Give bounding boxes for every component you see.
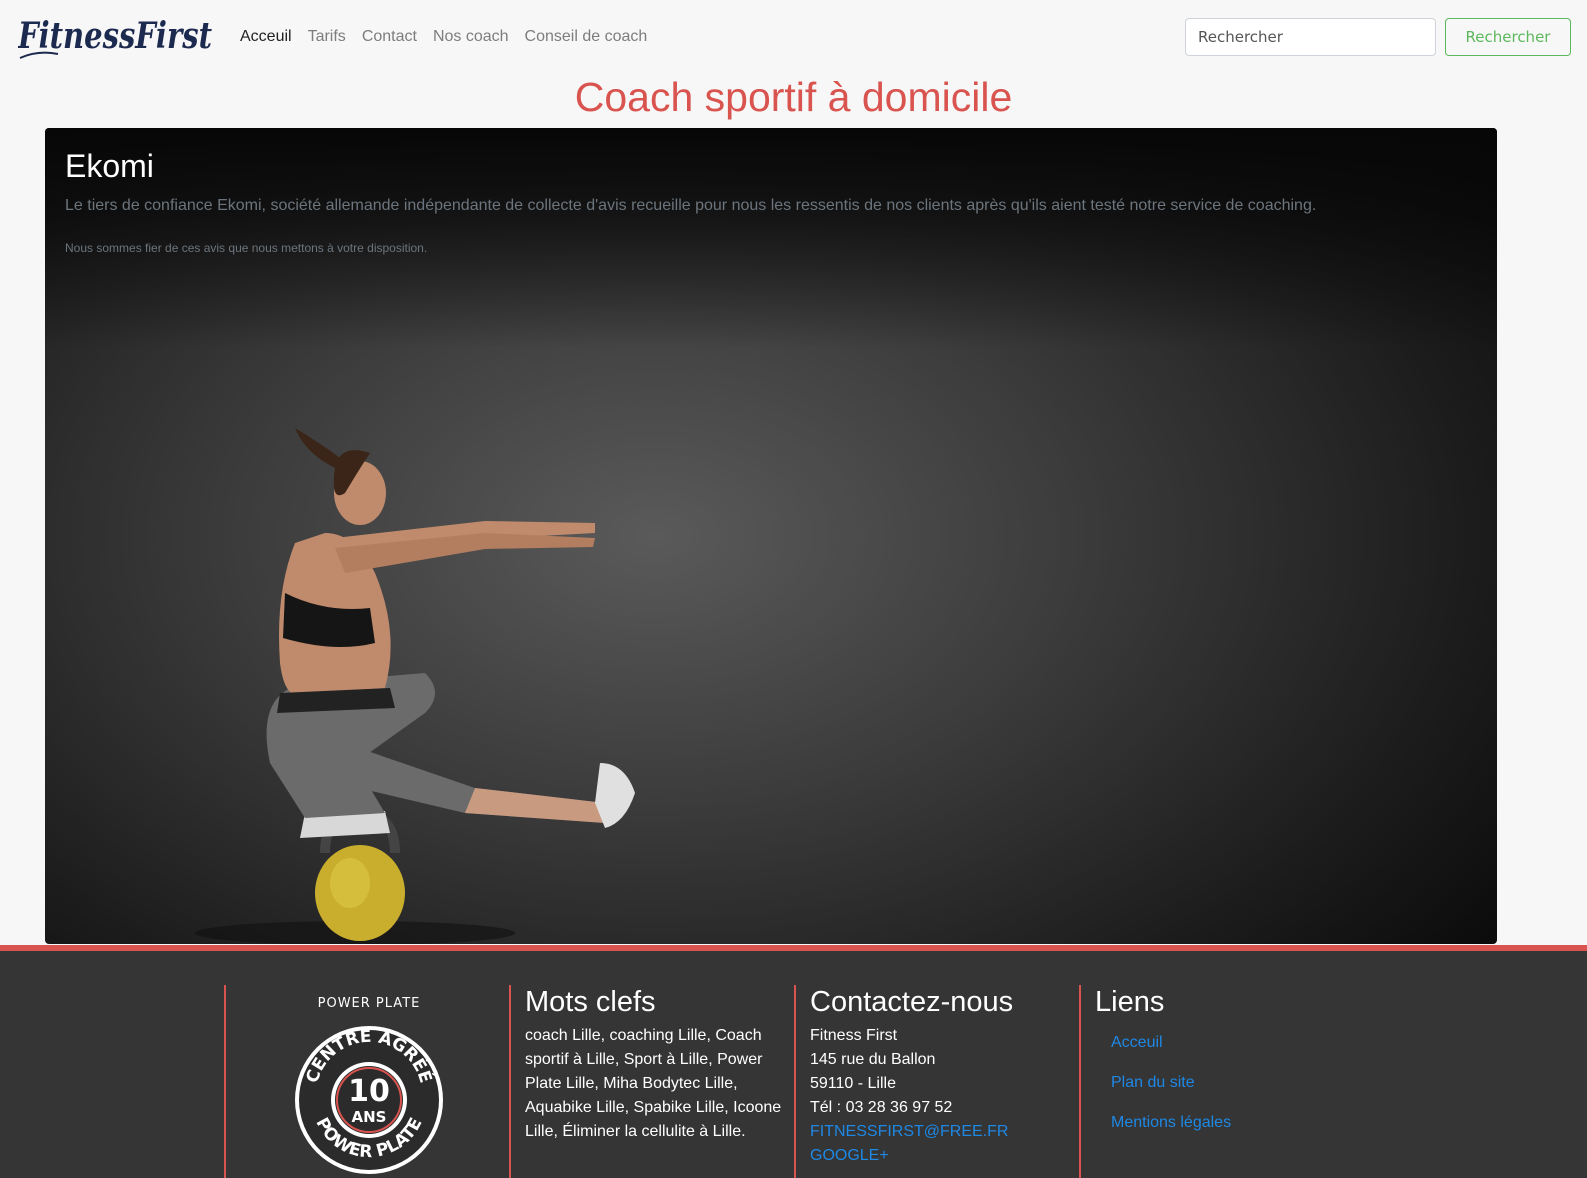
nav-link-conseil-de-coach[interactable]: Conseil de coach [525,27,648,47]
logo-text: FitnessFirst [18,15,212,57]
contact-city: 59110 - Lille [810,1075,896,1092]
svg-text:10: 10 [348,1074,390,1109]
footer-link-mentions-legales[interactable]: Mentions légales [1111,1111,1364,1135]
power-plate-centre-agree-badge: POWER PLATE CENTRE AGRÉÉ POWER PLATE 10 … [294,985,444,1175]
hero-note-text: Nous sommes fier de ces avis que nous me… [65,241,428,255]
contact-heading: Contactez-nous [810,986,1014,1018]
page-title: Coach sportif à domicile [574,74,1013,120]
contact-phone: Tél : 03 28 36 97 52 [810,1099,953,1116]
links-heading: Liens [1095,986,1165,1018]
footer-badge-column: POWER PLATE CENTRE AGRÉÉ POWER PLATE 10 … [224,985,509,1178]
svg-text:ANS: ANS [352,1108,387,1126]
fitnessfirst-logo[interactable]: FitnessFirst [18,10,214,62]
svg-text:POWER PLATE: POWER PLATE [318,996,421,1011]
footer-link-acceuil[interactable]: Acceuil [1111,1031,1364,1055]
contact-street: 145 rue du Ballon [810,1051,936,1068]
hero-title: Ekomi [65,148,154,184]
keywords-heading: Mots clefs [525,986,656,1018]
google-plus-link[interactable]: GOOGLE+ [810,1144,1079,1168]
search-button[interactable]: Rechercher [1445,18,1571,56]
main-nav: Acceuil Tarifs Contact Nos coach Conseil… [240,27,663,47]
search-input[interactable]: Rechercher [1185,18,1436,56]
athlete-on-kettlebell-image [185,293,685,944]
keywords-text: coach Lille, coaching Lille, Coach sport… [525,1027,782,1140]
navbar: FitnessFirst Acceuil Tarifs Contact Nos … [0,0,1587,74]
nav-link-nos-coach[interactable]: Nos coach [433,27,509,47]
footer-contact-column: Contactez-nous Fitness First 145 rue du … [794,985,1079,1178]
hero-lead-text: Le tiers de confiance Ekomi, société all… [65,197,1317,214]
contact-email-link[interactable]: FITNESSFIRST@FREE.FR [810,1120,1079,1144]
nav-link-tarifs[interactable]: Tarifs [308,27,346,47]
nav-link-acceuil[interactable]: Acceuil [240,27,292,47]
footer-link-plan-du-site[interactable]: Plan du site [1111,1071,1364,1095]
footer: POWER PLATE CENTRE AGRÉÉ POWER PLATE 10 … [0,945,1587,1178]
nav-link-contact[interactable]: Contact [362,27,417,47]
contact-company: Fitness First [810,1027,898,1044]
footer-keywords-column: Mots clefs coach Lille, coaching Lille, … [509,985,794,1178]
footer-links-column: Liens Acceuil Plan du site Mentions léga… [1079,985,1364,1178]
ekomi-hero: Ekomi Le tiers de confiance Ekomi, socié… [45,128,1497,944]
